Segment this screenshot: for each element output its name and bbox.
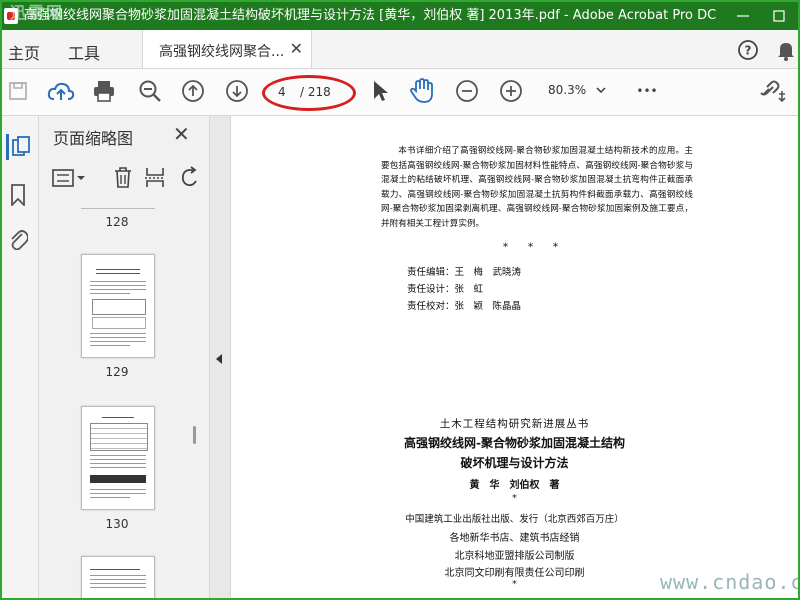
rotate-page-button[interactable]: [177, 164, 203, 190]
intro-paragraph: 本书详细介绍了高强钢绞线网-聚合物砂浆加固混凝土结构新技术的应用。主要包括高强钢…: [381, 146, 693, 229]
panel-scrollbar[interactable]: [193, 426, 196, 444]
printer-icon: [94, 81, 114, 102]
distributor-line: 各地新华书店、建筑书店经销: [449, 533, 580, 544]
page-thumbnail[interactable]: [81, 406, 155, 510]
link-icon: [760, 80, 786, 103]
list-options-icon: [52, 169, 85, 187]
next-page-button[interactable]: [224, 78, 250, 104]
notifications-button[interactable]: [774, 38, 798, 62]
upload-cloud-button[interactable]: [46, 78, 76, 104]
zoom-in-button[interactable]: [498, 78, 524, 104]
tab-document[interactable]: 高强钢绞线网聚合... ✕: [142, 30, 312, 68]
window-title: 高强钢绞线网聚合物砂浆加固混凝土结构破坏机理与设计方法 [黄华，刘伯权 著] 2…: [24, 8, 717, 23]
thumbnail-panel: 页面缩略图 ✕ 128 129 130: [39, 116, 210, 598]
credit-names: 张 颖 陈晶晶: [454, 301, 522, 312]
thumbnail-options-button[interactable]: [51, 166, 87, 190]
zoom-out-magnifier-icon: [139, 80, 161, 102]
publisher-line: 中国建筑工业出版社出版、发行（北京西郊百万庄）: [405, 514, 624, 525]
cloud-upload-icon: [47, 82, 75, 100]
credit-role: 责任编辑：: [407, 267, 455, 278]
collapse-panel-icon[interactable]: [216, 354, 222, 364]
tab-home[interactable]: 主页: [8, 40, 40, 64]
help-icon: ?: [738, 40, 758, 60]
typesetter-line: 北京科地亚盟排版公司制版: [454, 551, 575, 562]
book-title-line2: 破坏机理与设计方法: [460, 456, 569, 470]
plus-circle-icon: [500, 80, 522, 102]
credit-names: 王 梅 武晓涛: [454, 267, 522, 278]
page-thumbnail[interactable]: [81, 556, 155, 598]
credit-names: 张 虹: [454, 284, 484, 295]
svg-text:?: ?: [745, 44, 752, 58]
panel-splitter[interactable]: [210, 116, 231, 598]
series-name: 土木工程结构研究新进展丛书: [439, 418, 590, 430]
zoom-out-search-button[interactable]: [136, 78, 164, 104]
minimize-icon: [737, 15, 749, 17]
separator-star: *: [512, 494, 517, 504]
minimize-button[interactable]: [726, 2, 760, 30]
thumbnail-edge: [81, 208, 155, 209]
credit-role: 责任设计：: [407, 284, 455, 295]
page-thumbnails-icon: [12, 136, 30, 156]
hand-icon: [410, 78, 433, 103]
tab-bar: 主页 工具 高强钢绞线网聚合... ✕ ?: [2, 30, 798, 69]
document-page: 本书详细介绍了高强钢绞线网-聚合物砂浆加固混凝土结构新技术的应用。主要包括高强钢…: [231, 116, 798, 598]
close-tab-icon[interactable]: ✕: [290, 39, 303, 58]
zoom-level-dropdown[interactable]: 80.3%: [548, 83, 606, 97]
trash-icon: [115, 167, 131, 188]
thumbnail-label: 130: [105, 517, 129, 531]
more-tools-button[interactable]: •••: [632, 81, 662, 101]
minus-circle-icon: [456, 80, 478, 102]
maximize-icon: [773, 10, 785, 22]
book-authors: 黄 华 刘伯权 著: [469, 480, 560, 491]
arrow-up-circle-icon: [182, 80, 204, 102]
attachments-button[interactable]: [6, 226, 30, 252]
extract-pages-icon: [145, 168, 165, 187]
print-button[interactable]: [90, 78, 118, 104]
chevron-down-icon: [596, 87, 606, 93]
maximize-button[interactable]: [762, 2, 796, 30]
previous-page-button[interactable]: [180, 78, 206, 104]
share-link-button[interactable]: [758, 78, 788, 104]
hand-tool-button[interactable]: [408, 77, 436, 105]
save-icon: [9, 82, 27, 100]
select-tool-button[interactable]: [368, 78, 392, 104]
app-window: 高强钢绞线网聚合物砂浆加固混凝土结构破坏机理与设计方法 [黄华，刘伯权 著] 2…: [0, 0, 800, 600]
delete-page-button[interactable]: [111, 164, 135, 190]
page-thumbnails-button[interactable]: [6, 134, 33, 160]
tab-document-label: 高强钢绞线网聚合...: [159, 44, 285, 60]
zoom-level-value: 80.3%: [548, 83, 587, 97]
watermark-logo: 迅雷网: [10, 3, 65, 22]
save-button[interactable]: [6, 79, 30, 103]
thumbnail-label: 128: [105, 215, 129, 229]
credit-role: 责任校对：: [407, 301, 455, 312]
bell-icon: [778, 43, 794, 61]
main-toolbar: 4 / 218 80.3% •••: [2, 69, 798, 116]
page-navigator: 4 / 218: [262, 75, 356, 111]
paperclip-icon: [11, 230, 28, 250]
book-title-line1: 高强钢绞线网-聚合物砂浆加固混凝土结构: [404, 436, 625, 450]
site-watermark: www.cndao.com: [660, 570, 798, 594]
credit-designer: 责任设计：张 虹: [407, 281, 483, 295]
page-number-input[interactable]: 4: [278, 85, 286, 99]
help-button[interactable]: ?: [736, 38, 760, 62]
credit-proofreader: 责任校对：张 颖 陈晶晶: [407, 298, 521, 312]
panel-title: 页面缩略图: [53, 129, 134, 148]
separator-stars: * * *: [503, 242, 558, 253]
arrow-down-circle-icon: [226, 80, 248, 102]
cursor-arrow-icon: [374, 81, 388, 101]
bookmarks-button[interactable]: [6, 182, 30, 208]
page-total: / 218: [300, 85, 331, 99]
rotate-icon: [181, 166, 197, 187]
bookmark-icon: [11, 184, 25, 206]
tab-tools[interactable]: 工具: [68, 40, 100, 64]
thumbnail-label: 129: [105, 365, 129, 379]
close-panel-icon[interactable]: ✕: [173, 122, 190, 146]
zoom-out-button[interactable]: [454, 78, 480, 104]
credit-editor: 责任编辑：王 梅 武晓涛: [407, 264, 521, 278]
navigation-rail: [2, 116, 39, 598]
extract-page-button[interactable]: [143, 164, 167, 190]
page-thumbnail[interactable]: [81, 254, 155, 358]
title-bar: 高强钢绞线网聚合物砂浆加固混凝土结构破坏机理与设计方法 [黄华，刘伯权 著] 2…: [2, 2, 798, 30]
